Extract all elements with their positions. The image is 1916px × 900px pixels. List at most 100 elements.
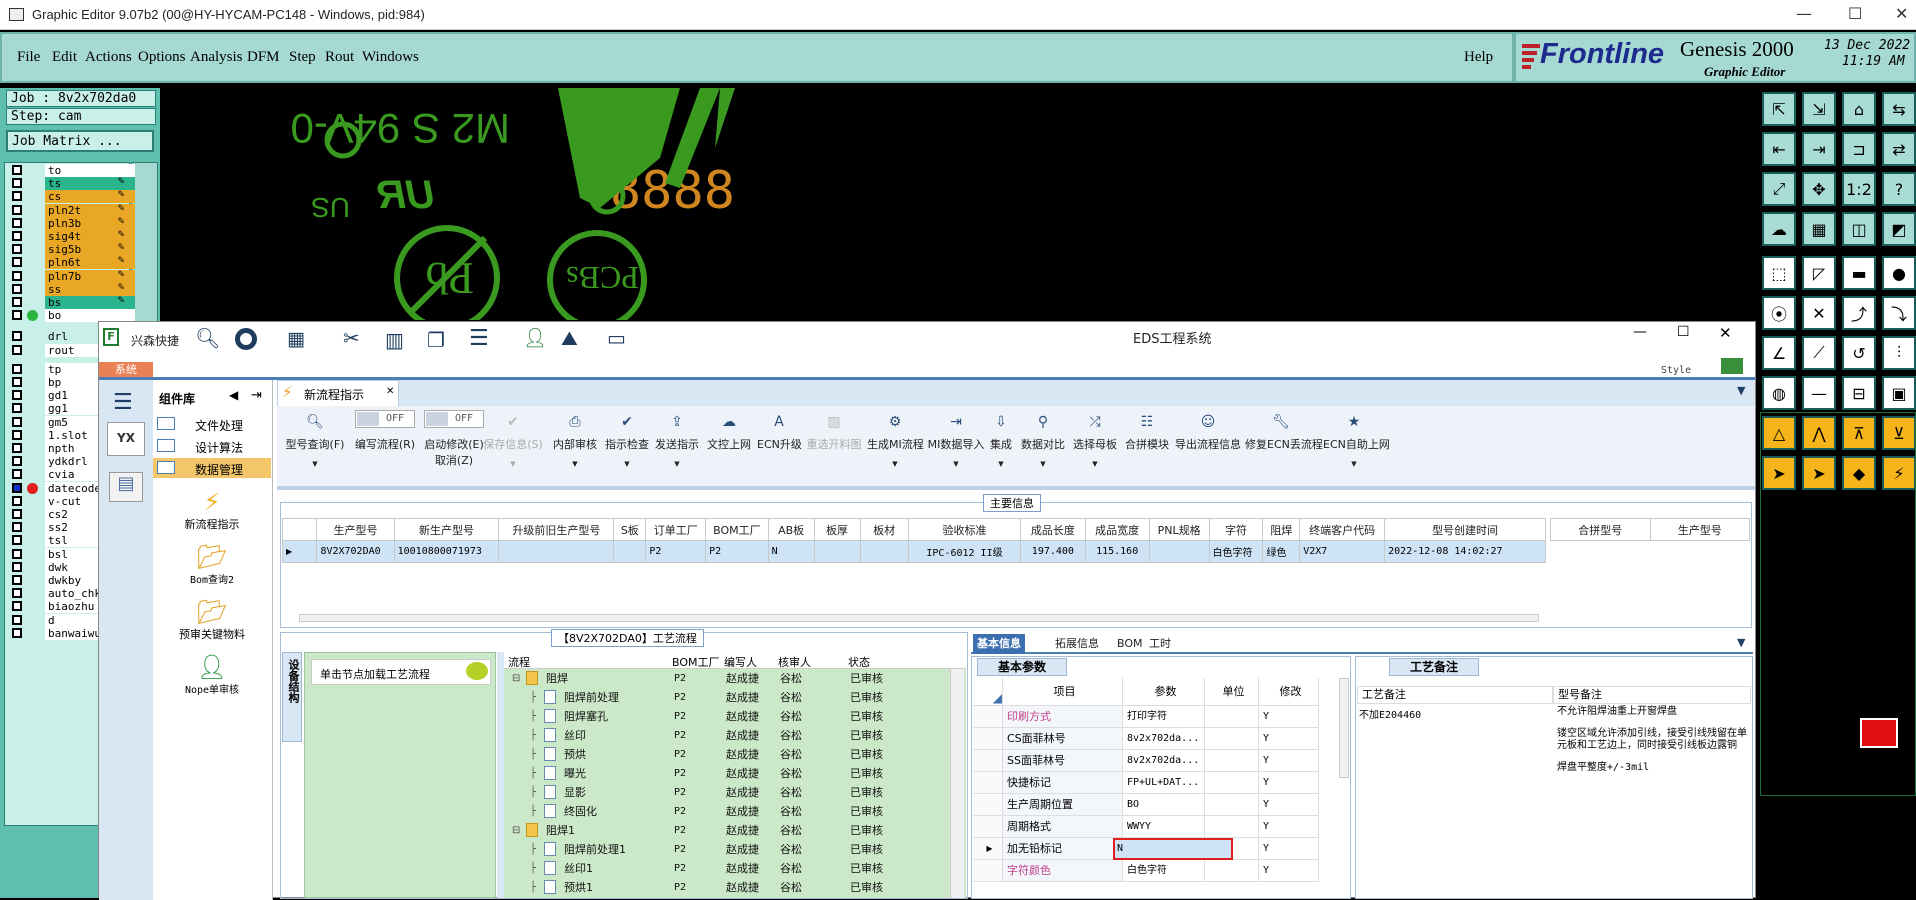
param-col-header[interactable]: 项目 bbox=[1003, 678, 1123, 706]
toolbox-button-icon[interactable]: ⊐ bbox=[1842, 132, 1876, 166]
layer-checkbox[interactable] bbox=[12, 297, 22, 307]
graphic-canvas[interactable]: M2 S 94V-0 8888 US UR Pb PCBs bbox=[160, 88, 1760, 331]
main-cell[interactable] bbox=[613, 540, 647, 563]
layer-checkbox[interactable] bbox=[12, 482, 22, 493]
tree-row[interactable]: ├ 预烘 P2 赵成捷 谷松 已审核 bbox=[504, 745, 964, 764]
tree-row[interactable]: ├ 丝印 P2 赵成捷 谷松 已审核 bbox=[504, 726, 964, 745]
layer-row[interactable]: cs ✎ bbox=[8, 190, 135, 204]
menu-windows[interactable]: Windows bbox=[362, 49, 419, 66]
layer-checkbox[interactable] bbox=[12, 443, 22, 453]
calculator-icon[interactable]: ▤ bbox=[109, 472, 143, 502]
menu-dfm[interactable]: DFM bbox=[247, 49, 280, 66]
doc-tab-close-icon[interactable]: ✕ bbox=[386, 386, 394, 397]
toolbox-button-icon[interactable]: ⌂ bbox=[1842, 92, 1876, 126]
tree-row[interactable]: ⊟ 阻焊1 P2 赵成捷 谷松 已审核 bbox=[504, 821, 964, 840]
main-col-header[interactable]: 板厚 bbox=[813, 518, 861, 541]
tree-row[interactable]: ⊟ 阻焊 P2 赵成捷 谷松 已审核 bbox=[504, 669, 964, 688]
tree-row[interactable]: ├ 终固化 P2 赵成捷 谷松 已审核 bbox=[504, 802, 964, 821]
toggle-switch[interactable]: OFF bbox=[424, 410, 484, 428]
merge-col-header[interactable]: 生产型号 bbox=[1649, 518, 1750, 541]
layer-row[interactable]: pln6t ✎ bbox=[8, 256, 135, 270]
user-icon[interactable]: 👤︎ bbox=[523, 326, 547, 349]
layer-row[interactable]: ts ✎ bbox=[8, 177, 135, 191]
layer-checkbox[interactable] bbox=[12, 429, 22, 440]
toolbar-button[interactable]: OFF 编写流程(R) bbox=[353, 406, 417, 486]
layer-checkbox[interactable] bbox=[12, 283, 22, 294]
main-col-header[interactable]: BOM工厂 bbox=[705, 518, 769, 541]
tree-row[interactable]: ├ 显影 P2 赵成捷 谷松 已审核 bbox=[504, 783, 964, 802]
toolbox-button-icon[interactable]: ⇱ bbox=[1762, 92, 1796, 126]
maximize-button[interactable]: ☐ bbox=[1848, 4, 1862, 23]
toolbox-button-icon[interactable]: ⤢ bbox=[1762, 172, 1796, 206]
toolbar-button[interactable]: ✔ 保存信息(S) ▼ bbox=[481, 406, 545, 486]
copy-icon[interactable]: ❐ bbox=[427, 328, 445, 352]
main-cell[interactable]: 197.400 bbox=[1020, 540, 1086, 563]
tree-row[interactable]: ├ 阻焊塞孔 P2 赵成捷 谷松 已审核 bbox=[504, 707, 964, 726]
sidebar-menu-item[interactable]: 文件处理 bbox=[153, 414, 271, 434]
toolbar-button[interactable]: A ECN升级 bbox=[757, 406, 802, 486]
device-tab[interactable]: 设备结构 bbox=[282, 652, 302, 742]
grid-icon[interactable]: ▦ bbox=[287, 328, 305, 350]
sidebar-item[interactable]: 📂︎ Bom查询2 bbox=[153, 543, 271, 595]
hamburger-icon[interactable]: ☰ bbox=[113, 390, 133, 415]
main-col-header[interactable]: 成品长度 bbox=[1020, 518, 1086, 541]
splitter[interactable] bbox=[497, 652, 504, 898]
layer-checkbox[interactable] bbox=[12, 344, 22, 355]
dropdown-caret-icon[interactable]: ▼ bbox=[1071, 460, 1119, 468]
layer-checkbox[interactable] bbox=[12, 456, 22, 467]
menu-options[interactable]: Options bbox=[138, 49, 186, 66]
toolbox-button-icon[interactable]: ● bbox=[1882, 256, 1916, 290]
toolbar-button[interactable]: ⇩ 集成 ▼ bbox=[987, 406, 1015, 486]
dropdown-caret-icon[interactable]: ▼ bbox=[927, 460, 985, 468]
toolbox-button-icon[interactable]: ↺ bbox=[1842, 336, 1876, 370]
main-cell[interactable]: 115.160 bbox=[1084, 540, 1150, 563]
info-tab[interactable]: BOM bbox=[1113, 634, 1147, 654]
film-icon[interactable]: ▥ bbox=[385, 328, 404, 352]
toolbox-button-icon[interactable]: ✥ bbox=[1802, 172, 1836, 206]
toolbox-button-icon[interactable]: ⇄ bbox=[1882, 132, 1916, 166]
menu-file[interactable]: File bbox=[17, 49, 40, 66]
param-vscrollbar[interactable] bbox=[1339, 678, 1349, 778]
layer-checkbox[interactable] bbox=[12, 204, 22, 215]
search-icon[interactable]: 🔍︎ bbox=[195, 326, 220, 350]
layer-checkbox[interactable] bbox=[12, 331, 22, 342]
layer-checkbox[interactable] bbox=[12, 377, 22, 387]
toolbox-button-icon[interactable]: ✕ bbox=[1802, 296, 1836, 330]
table-row[interactable]: ▶ 8V2X702DA0 10010800071973 P2 P2 N IPC-6012 I… bbox=[281, 540, 1546, 563]
toolbox-button-icon[interactable]: ▦ bbox=[1802, 212, 1836, 246]
layer-row[interactable]: pln2t ✎ bbox=[8, 203, 135, 217]
dropdown-caret-icon[interactable]: ▼ bbox=[987, 460, 1015, 468]
dropdown-caret-icon[interactable]: ▼ bbox=[551, 460, 599, 468]
main-col-header[interactable]: AB板 bbox=[767, 518, 815, 541]
param-row[interactable]: 字符颜色 白色字符 Y bbox=[973, 860, 1349, 882]
toolbar-button[interactable]: ☺ 导出流程信息 bbox=[1175, 406, 1241, 486]
main-col-header[interactable]: 成品宽度 bbox=[1084, 518, 1150, 541]
doc-tab[interactable]: ⚡ 新流程指示 ✕ bbox=[277, 380, 399, 406]
menu-analysis[interactable]: Analysis bbox=[190, 49, 243, 66]
layer-checkbox[interactable] bbox=[12, 627, 22, 638]
main-cell[interactable]: IPC-6012 II级 bbox=[907, 540, 1022, 563]
merge-col-header[interactable]: 合拼型号 bbox=[1550, 518, 1651, 541]
toolbar-button[interactable]: ▨ 重选开料图 bbox=[805, 406, 863, 486]
layer-row[interactable]: pln3b ✎ bbox=[8, 216, 135, 230]
layer-checkbox[interactable] bbox=[12, 522, 22, 533]
menu-step[interactable]: Step bbox=[289, 49, 316, 66]
main-col-header[interactable]: 升级前旧生产型号 bbox=[498, 518, 615, 541]
toolbox-button-icon[interactable]: ◍ bbox=[1762, 376, 1796, 410]
param-value[interactable]: FP+UL+DAT... bbox=[1123, 772, 1205, 794]
close-button[interactable]: ✕ bbox=[1895, 4, 1908, 23]
toolbar-button[interactable]: ☷ 合拼模块 bbox=[1123, 406, 1171, 486]
param-col-header[interactable]: 单位 bbox=[1205, 678, 1259, 706]
layer-row[interactable]: to bbox=[8, 164, 135, 177]
collapse-left-icon[interactable]: ◀ bbox=[229, 388, 238, 402]
layer-checkbox[interactable] bbox=[12, 270, 22, 281]
dropdown-caret-icon[interactable]: ▼ bbox=[867, 460, 923, 468]
eds-close-button[interactable]: ✕ bbox=[1719, 324, 1732, 342]
param-col-header[interactable]: 参数 bbox=[1123, 678, 1205, 706]
remark-tab[interactable]: 工艺备注 bbox=[1389, 658, 1479, 676]
chart-icon[interactable]: ⛰ bbox=[561, 326, 578, 350]
menu-edit[interactable]: Edit bbox=[52, 49, 77, 66]
toolbox-button-icon[interactable]: ⇥ bbox=[1802, 132, 1836, 166]
minimize-button[interactable]: — bbox=[1796, 4, 1812, 23]
layer-row[interactable]: sig5b ✎ bbox=[8, 243, 135, 257]
